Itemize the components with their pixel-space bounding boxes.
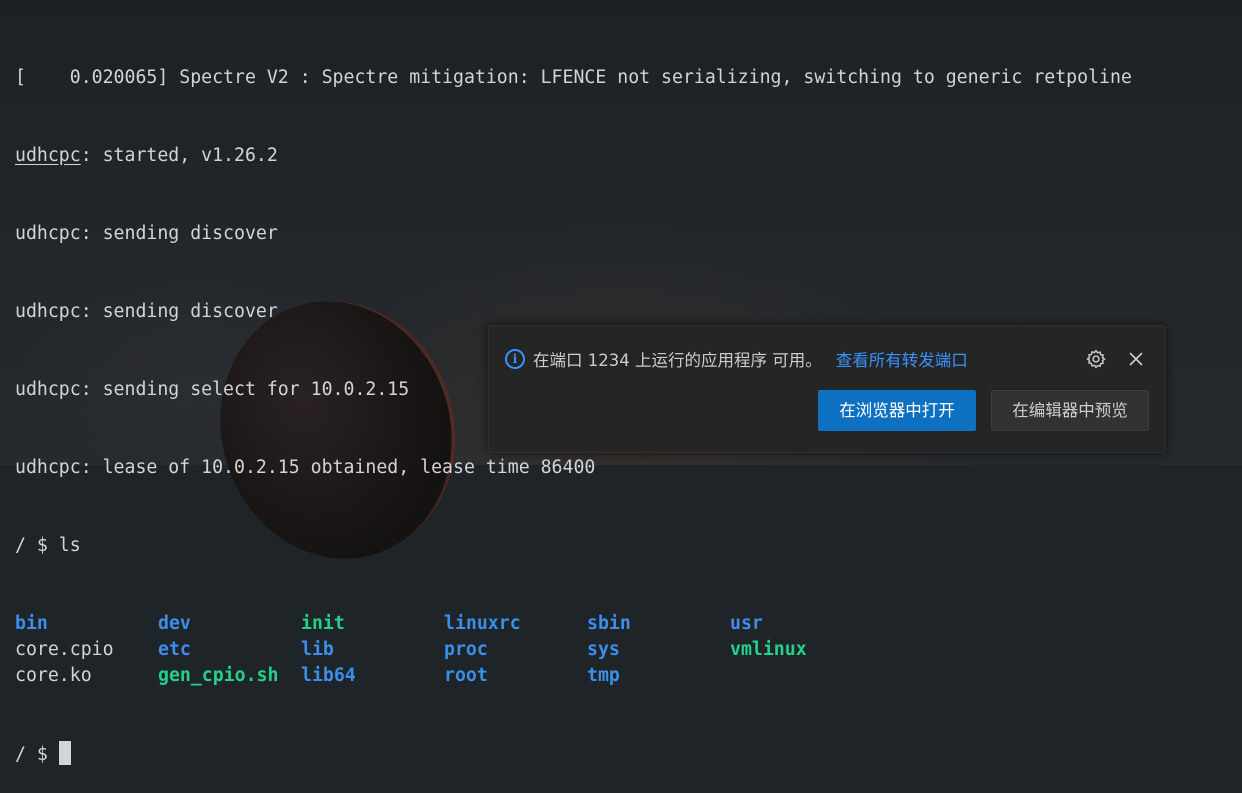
- terminal-line: / $ ls: [15, 535, 81, 556]
- open-in-browser-button[interactable]: 在浏览器中打开: [818, 390, 976, 431]
- ls-row: bin dev init linuxrc sbin usr: [15, 611, 1232, 637]
- notification-message: 在端口 1234 上运行的应用程序 可用。: [533, 351, 822, 370]
- ls-entry-dir: lib: [301, 639, 334, 660]
- ls-entry-file: core.cpio: [15, 639, 114, 660]
- ls-entry-dir: lib64: [301, 665, 356, 686]
- preview-in-editor-button[interactable]: 在编辑器中预览: [991, 390, 1149, 431]
- ls-entry-exe: init: [301, 613, 345, 634]
- close-icon[interactable]: [1125, 348, 1147, 370]
- ls-entry-dir: dev: [158, 613, 191, 634]
- info-icon: i: [505, 349, 525, 369]
- ls-output: bin dev init linuxrc sbin usr core.cpio etc lib p…: [15, 611, 1232, 689]
- terminal-line: udhcpc: lease of 10.0.2.15 obtained, lea…: [15, 457, 596, 478]
- ls-entry-dir: tmp: [587, 665, 620, 686]
- prompt-line: / $: [15, 741, 1232, 767]
- ls-entry-exe: gen_cpio.sh: [158, 665, 279, 686]
- terminal-line: [ 0.020065] Spectre V2 : Spectre mitigat…: [15, 67, 1132, 88]
- terminal-line: udhcpc: started, v1.26.2: [15, 143, 1232, 169]
- ls-entry-dir: bin: [15, 613, 48, 634]
- port-forward-notification: i 在端口 1234 上运行的应用程序 可用。 查看所有转发端口 在浏览器中打开…: [488, 325, 1166, 453]
- ls-row: core.cpio etc lib proc sys vmlinux: [15, 637, 1232, 663]
- ls-entry-dir: sys: [587, 639, 620, 660]
- terminal-cursor: [58, 741, 71, 765]
- ls-row: core.ko gen_cpio.sh lib64 root tmp: [15, 663, 1232, 689]
- underlined-command[interactable]: udhcpc: [15, 145, 81, 166]
- ls-entry-file: core.ko: [15, 665, 92, 686]
- ls-entry-dir: root: [444, 665, 488, 686]
- ls-entry-exe: vmlinux: [730, 639, 807, 660]
- ls-entry-dir: linuxrc: [444, 613, 521, 634]
- terminal-line: udhcpc: sending discover: [15, 223, 278, 244]
- notification-message-row: i 在端口 1234 上运行的应用程序 可用。 查看所有转发端口: [505, 346, 968, 372]
- prompt: / $: [15, 744, 59, 765]
- ls-entry-dir: proc: [444, 639, 488, 660]
- terminal-line-text: : started, v1.26.2: [80, 145, 278, 166]
- terminal-line: udhcpc: sending discover: [15, 301, 278, 322]
- view-forwarded-ports-link[interactable]: 查看所有转发端口: [836, 347, 968, 371]
- gear-icon[interactable]: [1085, 348, 1107, 370]
- ls-entry-dir: etc: [158, 639, 191, 660]
- ls-entry-dir: sbin: [587, 613, 631, 634]
- ls-entry-dir: usr: [730, 613, 763, 634]
